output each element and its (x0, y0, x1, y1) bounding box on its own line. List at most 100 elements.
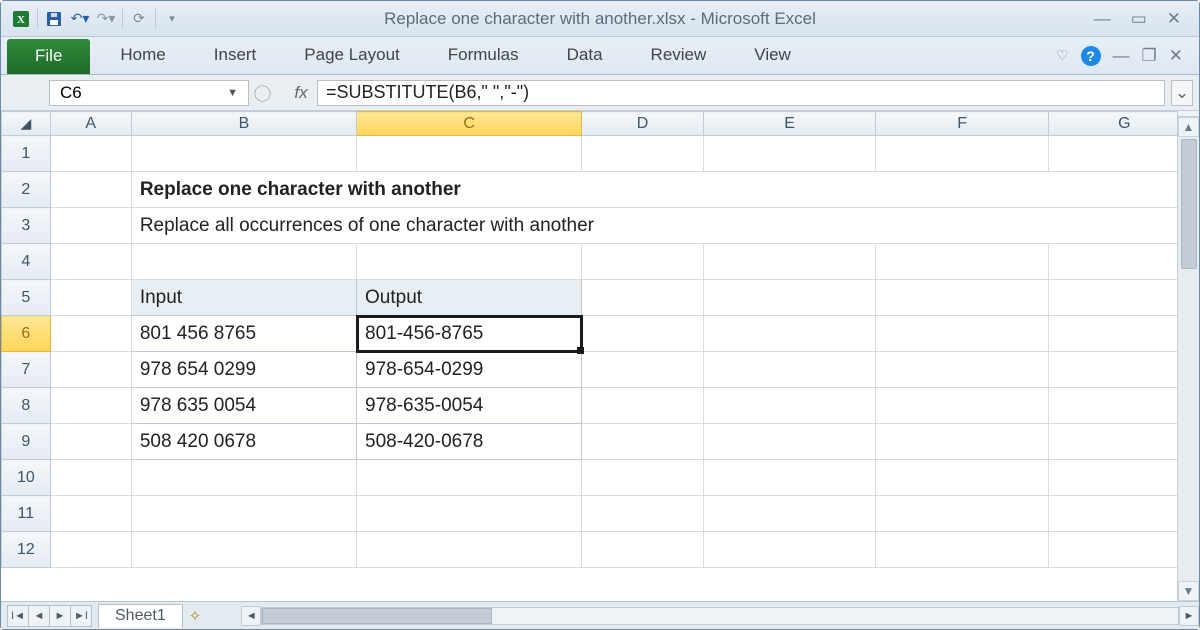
col-header-E[interactable]: E (703, 112, 875, 136)
qat-customize-icon[interactable]: ▾ (162, 9, 182, 29)
cell-E10[interactable] (703, 460, 875, 496)
refresh-icon[interactable]: ⟳ (129, 9, 149, 29)
row-header-11[interactable]: 11 (2, 496, 51, 532)
row-header-7[interactable]: 7 (2, 352, 51, 388)
cell-F1[interactable] (876, 136, 1048, 172)
cell-A8[interactable] (50, 388, 131, 424)
sheet-last-icon[interactable]: ►I (70, 605, 92, 627)
save-icon[interactable] (44, 9, 64, 29)
cell-C12[interactable] (357, 532, 582, 568)
cell-G10[interactable] (1048, 460, 1177, 496)
cell-B11[interactable] (131, 496, 356, 532)
ribbon-close-icon[interactable]: ✕ (1169, 46, 1183, 66)
tab-page-layout[interactable]: Page Layout (280, 37, 423, 74)
scroll-right-icon[interactable]: ► (1179, 606, 1199, 626)
cell-E4[interactable] (703, 244, 875, 280)
cell-G6[interactable] (1048, 316, 1177, 352)
formula-expand-icon[interactable]: ⌄ (1171, 80, 1193, 106)
maximize-button[interactable]: ▭ (1131, 9, 1147, 29)
cell-B2[interactable]: Replace one character with another (131, 172, 1177, 208)
cell-B12[interactable] (131, 532, 356, 568)
cell-C8[interactable]: 978-635-0054 (357, 388, 582, 424)
cell-E7[interactable] (703, 352, 875, 388)
cell-F8[interactable] (876, 388, 1048, 424)
select-all-corner[interactable]: ◢ (2, 112, 51, 136)
cell-D8[interactable] (582, 388, 704, 424)
cell-A7[interactable] (50, 352, 131, 388)
heart-icon[interactable]: ♡ (1056, 47, 1069, 64)
scroll-track-h[interactable] (261, 607, 1179, 625)
cell-B7[interactable]: 978 654 0299 (131, 352, 356, 388)
cell-C10[interactable] (357, 460, 582, 496)
cell-A10[interactable] (50, 460, 131, 496)
cell-D10[interactable] (582, 460, 704, 496)
cell-F7[interactable] (876, 352, 1048, 388)
cell-B4[interactable] (131, 244, 356, 280)
tab-view[interactable]: View (730, 37, 815, 74)
cell-B8[interactable]: 978 635 0054 (131, 388, 356, 424)
cell-B3[interactable]: Replace all occurrences of one character… (131, 208, 1177, 244)
cell-G12[interactable] (1048, 532, 1177, 568)
cell-A1[interactable] (50, 136, 131, 172)
scroll-left-icon[interactable]: ◄ (241, 606, 261, 626)
help-icon[interactable]: ? (1081, 46, 1101, 66)
cell-B1[interactable] (131, 136, 356, 172)
cell-D9[interactable] (582, 424, 704, 460)
col-header-F[interactable]: F (876, 112, 1048, 136)
col-header-D[interactable]: D (582, 112, 704, 136)
row-header-12[interactable]: 12 (2, 532, 51, 568)
new-sheet-icon[interactable]: ✧ (189, 607, 202, 625)
tab-review[interactable]: Review (627, 37, 731, 74)
cell-C11[interactable] (357, 496, 582, 532)
cell-F6[interactable] (876, 316, 1048, 352)
grid[interactable]: ◢ A B C D E F G 1 2Replace one character… (1, 111, 1177, 601)
row-header-8[interactable]: 8 (2, 388, 51, 424)
row-header-2[interactable]: 2 (2, 172, 51, 208)
cell-A6[interactable] (50, 316, 131, 352)
cell-E5[interactable] (703, 280, 875, 316)
ribbon-minimize-icon[interactable]: — (1113, 46, 1130, 66)
cell-F12[interactable] (876, 532, 1048, 568)
sheet-first-icon[interactable]: I◄ (7, 605, 29, 627)
cell-G1[interactable] (1048, 136, 1177, 172)
name-box-dropdown-icon[interactable]: ▼ (227, 87, 238, 99)
cell-C1[interactable] (357, 136, 582, 172)
cell-A5[interactable] (50, 280, 131, 316)
cell-C9[interactable]: 508-420-0678 (357, 424, 582, 460)
cell-G8[interactable] (1048, 388, 1177, 424)
cell-C7[interactable]: 978-654-0299 (357, 352, 582, 388)
cell-A3[interactable] (50, 208, 131, 244)
cell-E12[interactable] (703, 532, 875, 568)
cell-E8[interactable] (703, 388, 875, 424)
cell-F5[interactable] (876, 280, 1048, 316)
cell-A2[interactable] (50, 172, 131, 208)
cell-E6[interactable] (703, 316, 875, 352)
row-header-4[interactable]: 4 (2, 244, 51, 280)
row-header-9[interactable]: 9 (2, 424, 51, 460)
cancel-formula-icon[interactable]: ⃝ (257, 80, 285, 105)
scroll-thumb-h[interactable] (262, 608, 492, 624)
row-header-6[interactable]: 6 (2, 316, 51, 352)
redo-icon[interactable]: ↷▾ (96, 9, 116, 29)
file-tab[interactable]: File (7, 39, 90, 74)
cell-G9[interactable] (1048, 424, 1177, 460)
cell-G4[interactable] (1048, 244, 1177, 280)
sheet-tab-sheet1[interactable]: Sheet1 (98, 604, 183, 628)
tab-home[interactable]: Home (96, 37, 189, 74)
scroll-down-icon[interactable]: ▼ (1178, 581, 1199, 601)
cell-G5[interactable] (1048, 280, 1177, 316)
cell-B5[interactable]: Input (131, 280, 356, 316)
cell-C4[interactable] (357, 244, 582, 280)
cell-E1[interactable] (703, 136, 875, 172)
cell-D11[interactable] (582, 496, 704, 532)
undo-icon[interactable]: ↶▾ (70, 9, 90, 29)
ribbon-restore-icon[interactable]: ❐ (1142, 46, 1157, 66)
tab-formulas[interactable]: Formulas (424, 37, 543, 74)
cell-D4[interactable] (582, 244, 704, 280)
cell-A4[interactable] (50, 244, 131, 280)
cell-D5[interactable] (582, 280, 704, 316)
scroll-thumb-v[interactable] (1181, 139, 1197, 269)
cell-B6[interactable]: 801 456 8765 (131, 316, 356, 352)
row-header-10[interactable]: 10 (2, 460, 51, 496)
cell-D7[interactable] (582, 352, 704, 388)
